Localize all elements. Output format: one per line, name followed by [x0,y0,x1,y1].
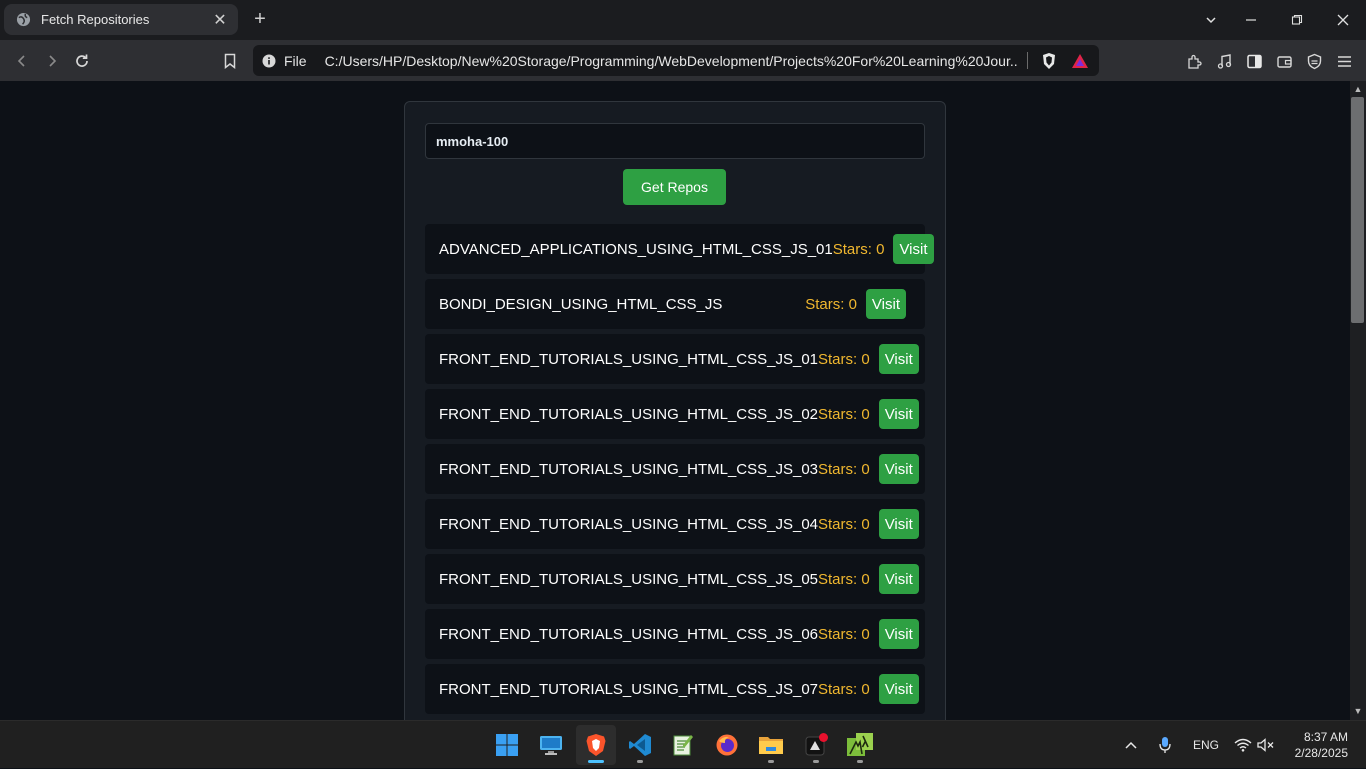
page-viewport: Get Repos ADVANCED_APPLICATIONS_USING_HT… [0,81,1350,720]
clock-time: 8:37 AM [1303,730,1348,744]
repo-stars: Stars: 0 [805,295,857,313]
firefox-icon[interactable] [707,725,747,765]
visit-button[interactable]: Visit [878,454,919,484]
repo-item: FRONT_END_TUTORIALS_USING_HTML_CSS_JS_06… [425,609,925,659]
visit-button[interactable]: Visit [878,509,919,539]
visit-button[interactable]: Visit [865,289,906,319]
new-tab-icon[interactable]: + [249,8,271,30]
repo-name: FRONT_END_TUTORIALS_USING_HTML_CSS_JS_03 [439,460,818,478]
repo-item: FRONT_END_TUTORIALS_USING_HTML_CSS_JS_03… [425,444,925,494]
browser-tab[interactable]: Fetch Repositories ✕ [4,4,238,35]
repo-stars: Stars: 0 [818,515,870,533]
scrollbar-thumb[interactable] [1351,97,1364,323]
open-app-indicator [813,760,819,763]
scroll-up-icon[interactable]: ▲ [1352,83,1364,95]
reload-icon[interactable] [70,49,94,73]
visit-button[interactable]: Visit [878,674,919,704]
repo-stars: Stars: 0 [818,405,870,423]
repo-name: FRONT_END_TUTORIALS_USING_HTML_CSS_JS_01 [439,350,818,368]
forward-icon[interactable] [40,49,64,73]
file-explorer-icon[interactable] [751,725,791,765]
repo-name: FRONT_END_TUTORIALS_USING_HTML_CSS_JS_07 [439,680,818,698]
repo-name: FRONT_END_TUTORIALS_USING_HTML_CSS_JS_02 [439,405,818,423]
vpn-shield-icon[interactable] [1302,49,1326,73]
brave-rewards-icon[interactable] [1071,52,1089,70]
open-app-indicator [768,760,774,763]
notepad-icon[interactable] [663,725,703,765]
open-app-indicator [857,760,863,763]
visit-button[interactable]: Visit [878,344,919,374]
lambda-app-icon[interactable] [840,725,880,765]
restore-icon[interactable] [1276,0,1318,40]
repo-stars: Stars: 0 [832,240,885,258]
tab-close-icon[interactable]: ✕ [212,10,228,30]
repo-stars: Stars: 0 [818,460,870,478]
system-clock[interactable]: 8:37 AM 2/28/2025 [1295,729,1348,761]
address-bar[interactable]: File C:/Users/HP/Desktop/New%20Storage/P… [253,45,1099,76]
scroll-down-icon[interactable]: ▼ [1352,705,1364,717]
volume-muted-icon[interactable] [1257,721,1275,769]
repo-stars: Stars: 0 [818,680,870,698]
browser-tab-bar: Fetch Repositories ✕ + [0,0,1366,40]
repo-name: FRONT_END_TUTORIALS_USING_HTML_CSS_JS_06 [439,625,818,643]
repo-name: FRONT_END_TUTORIALS_USING_HTML_CSS_JS_04 [439,515,818,533]
open-app-indicator [637,760,643,763]
repo-fetch-card: Get Repos ADVANCED_APPLICATIONS_USING_HT… [404,101,946,720]
menu-icon[interactable] [1332,49,1356,73]
start-windows-icon[interactable] [487,725,527,765]
repo-name: FRONT_END_TUTORIALS_USING_HTML_CSS_JS_05 [439,570,818,588]
close-window-icon[interactable] [1322,0,1364,40]
username-input[interactable] [425,123,925,159]
wallet-icon[interactable] [1272,49,1296,73]
repo-name: ADVANCED_APPLICATIONS_USING_HTML_CSS_JS_… [439,240,833,258]
repo-name: BONDI_DESIGN_USING_HTML_CSS_JS [439,295,723,313]
visit-button[interactable]: Visit [878,399,919,429]
tab-list-chevron-icon[interactable] [1190,0,1232,40]
bookmark-icon[interactable] [218,49,242,73]
extensions-icon[interactable] [1182,49,1206,73]
repo-item: FRONT_END_TUTORIALS_USING_HTML_CSS_JS_05… [425,554,925,604]
active-app-indicator [588,760,604,763]
url-divider [1026,52,1028,69]
language-indicator[interactable]: ENG [1193,721,1219,769]
repo-item: ADVANCED_APPLICATIONS_USING_HTML_CSS_JS_… [425,224,934,274]
wifi-icon[interactable] [1234,721,1252,769]
url-text[interactable]: C:/Users/HP/Desktop/New%20Storage/Progra… [325,53,1017,69]
info-icon[interactable] [262,54,276,68]
desktop-monitor-icon[interactable] [531,725,571,765]
visit-button[interactable]: Visit [893,234,934,264]
repo-stars: Stars: 0 [818,350,870,368]
minimize-icon[interactable] [1230,0,1272,40]
media-icon[interactable] [1212,49,1236,73]
show-hidden-icons-chevron-icon[interactable] [1124,721,1138,769]
repo-list: ADVANCED_APPLICATIONS_USING_HTML_CSS_JS_… [425,224,934,719]
back-icon[interactable] [10,49,34,73]
brave-browser-icon[interactable] [576,725,616,765]
repo-item: BONDI_DESIGN_USING_HTML_CSS_JS Stars: 0 … [425,279,925,329]
visit-button[interactable]: Visit [878,619,919,649]
globe-icon [16,12,31,27]
brave-shields-icon[interactable] [1040,52,1058,70]
repo-item: FRONT_END_TUTORIALS_USING_HTML_CSS_JS_02… [425,389,925,439]
visit-button[interactable]: Visit [878,564,919,594]
repo-item: FRONT_END_TUTORIALS_USING_HTML_CSS_JS_01… [425,334,925,384]
microphone-icon[interactable] [1158,721,1172,769]
url-scheme-label: File [284,52,307,69]
sidebar-icon[interactable] [1242,49,1266,73]
tab-title: Fetch Repositories [41,12,150,27]
repo-item: FRONT_END_TUTORIALS_USING_HTML_CSS_JS_04… [425,499,925,549]
terminal-app-icon[interactable] [796,725,836,765]
repo-item: FRONT_END_TUTORIALS_USING_HTML_CSS_JS_07… [425,664,925,714]
vscode-icon[interactable] [620,725,660,765]
windows-taskbar: ENG 8:37 AM 2/28/2025 [0,720,1366,768]
clock-date: 2/28/2025 [1294,746,1348,760]
get-repos-button[interactable]: Get Repos [623,169,726,205]
repo-stars: Stars: 0 [818,625,870,643]
repo-stars: Stars: 0 [818,570,870,588]
